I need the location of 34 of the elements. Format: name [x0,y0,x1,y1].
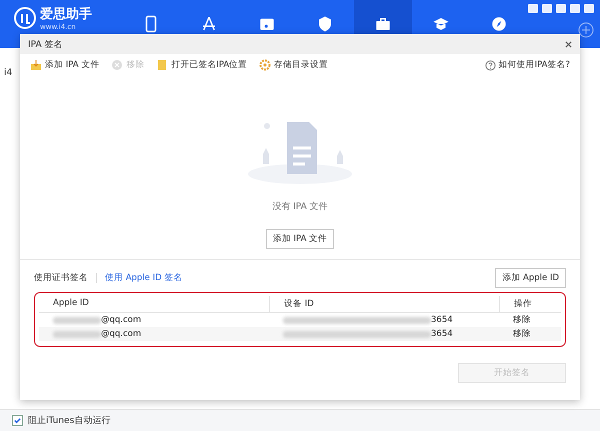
checkbox-label: 阻止iTunes自动运行 [28,414,110,427]
checkbox[interactable] [12,415,23,426]
folder-icon [156,59,168,71]
dialog-title: IPA 签名 [28,38,63,50]
add-apple-id-button[interactable]: 添加 Apple ID [495,268,566,288]
close-icon[interactable] [565,40,572,48]
toolbar-button[interactable]: 存储目录设置 [259,59,328,71]
sign-mode-tab[interactable]: 使用 Apple ID 签名 [105,272,182,284]
side-text: i4 [4,68,12,78]
download-box-icon [30,59,42,71]
cap-icon [432,15,450,33]
table-cell: @qq.com [101,329,142,339]
table-cell: @qq.com [101,315,142,325]
sign-mode-tab[interactable]: 使用证书签名 [34,272,88,284]
toolbox-icon [374,15,392,33]
add-ipa-button[interactable]: 添加 IPA 文件 [266,229,334,249]
download-icon[interactable] [578,22,594,38]
help-icon [484,60,496,70]
shield-icon [316,15,334,33]
apps-icon [200,15,218,33]
remove-link[interactable]: 移除 [513,314,531,326]
toolbar-button[interactable]: 添加 IPA 文件 [30,59,100,71]
compass-icon [490,15,508,33]
redaction-blur [53,316,101,324]
app-logo-name: 爱思助手 [40,6,92,23]
toolbar-button[interactable]: 打开已签名IPA位置 [156,59,248,71]
gear-icon [259,59,272,71]
table-cell: 3654 [431,329,453,339]
table-cell: 3654 [431,315,453,325]
logo-icon [14,7,36,29]
remove-icon [111,59,124,71]
help-link[interactable]: 如何使用IPA签名? [484,59,570,71]
empty-message: 没有 IPA 文件 [272,200,328,213]
redaction-blur [53,330,101,338]
